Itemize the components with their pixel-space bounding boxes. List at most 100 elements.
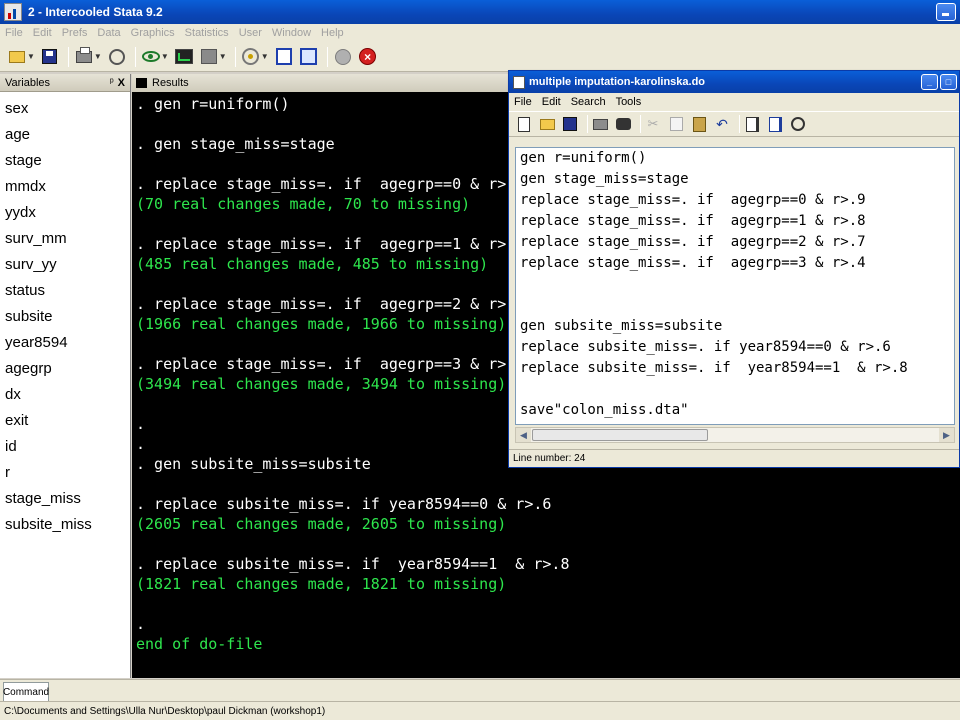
variable-item[interactable]: subsite <box>0 304 130 330</box>
horizontal-scrollbar[interactable]: ◀ ▶ <box>515 427 955 443</box>
do-file-minimize-button[interactable]: _ <box>921 74 938 90</box>
viewer-dropdown-icon[interactable]: ▼ <box>161 52 169 61</box>
do-current-file-icon[interactable] <box>743 115 761 133</box>
result-message-line: end of do-file <box>136 635 263 653</box>
scroll-thumb[interactable] <box>532 429 708 441</box>
do-menu-tools[interactable]: Tools <box>611 96 647 108</box>
result-command-line: . gen subsite_miss=subsite <box>136 455 371 473</box>
print-file-icon[interactable] <box>591 115 609 133</box>
paste-icon[interactable] <box>690 115 708 133</box>
menu-prefs[interactable]: Prefs <box>57 27 93 39</box>
variable-item[interactable]: id <box>0 434 130 460</box>
do-menu-edit[interactable]: Edit <box>537 96 566 108</box>
do-file-dropdown-icon[interactable]: ▼ <box>261 52 269 61</box>
do-menu-file[interactable]: File <box>509 96 537 108</box>
result-command-line: . replace stage_miss=. if agegrp==2 & r>… <box>136 295 525 313</box>
variables-header: Variables ᵖ X <box>0 74 130 92</box>
graph-icon[interactable] <box>173 46 195 68</box>
menu-file[interactable]: File <box>0 27 28 39</box>
save-file-icon[interactable] <box>561 115 579 133</box>
save-icon[interactable] <box>39 46 61 68</box>
more-icon[interactable] <box>332 46 354 68</box>
variable-item[interactable]: surv_mm <box>0 226 130 252</box>
cut-icon[interactable]: ✂ <box>644 115 662 133</box>
variable-item[interactable]: age <box>0 122 130 148</box>
run-current-file-icon[interactable] <box>766 115 784 133</box>
result-message-line: (2605 real changes made, 2605 to missing… <box>136 515 507 533</box>
do-file-editor-icon[interactable] <box>240 46 262 68</box>
menu-edit[interactable]: Edit <box>28 27 57 39</box>
break-icon[interactable]: × <box>357 46 379 68</box>
result-command-line: . gen stage_miss=stage <box>136 135 335 153</box>
code-line: replace stage_miss=. if agegrp==3 & r>.4 <box>520 255 866 271</box>
copy-icon[interactable] <box>667 115 685 133</box>
graph-window-icon[interactable] <box>198 46 220 68</box>
do-file-menu-bar: File Edit Search Tools <box>509 93 959 111</box>
menu-window[interactable]: Window <box>267 27 316 39</box>
variable-item[interactable]: mmdx <box>0 174 130 200</box>
print-icon[interactable] <box>73 46 95 68</box>
open-dropdown-icon[interactable]: ▼ <box>27 52 35 61</box>
preview-icon[interactable] <box>789 115 807 133</box>
variable-item[interactable]: status <box>0 278 130 304</box>
main-toolbar: ▼ ▼ ▼ ▼ ▼ × <box>0 42 960 72</box>
data-browser-icon[interactable] <box>298 46 320 68</box>
code-line: save"colon_miss.dta" <box>520 402 689 418</box>
variable-item[interactable]: stage <box>0 148 130 174</box>
variable-item[interactable]: yydx <box>0 200 130 226</box>
scroll-left-icon[interactable]: ◀ <box>516 428 531 442</box>
open-icon[interactable] <box>6 46 28 68</box>
result-command-line: . gen r=uniform() <box>136 95 290 113</box>
graph-dropdown-icon[interactable]: ▼ <box>219 52 227 61</box>
log-icon[interactable] <box>106 46 128 68</box>
pin-icon[interactable]: ᵖ <box>110 77 114 88</box>
variable-item[interactable]: subsite_miss <box>0 512 130 538</box>
result-message-line: (485 real changes made, 485 to missing) <box>136 255 489 273</box>
working-directory: C:\Documents and Settings\Ulla Nur\Deskt… <box>4 705 326 717</box>
command-tab[interactable]: Command <box>3 682 49 701</box>
result-command-line: . replace stage_miss=. if agegrp==3 & r>… <box>136 355 525 373</box>
viewer-icon[interactable] <box>140 46 162 68</box>
window-title: 2 - Intercooled Stata 9.2 <box>28 5 163 19</box>
variable-item[interactable]: dx <box>0 382 130 408</box>
do-file-title-bar: multiple imputation-karolinska.do _ □ <box>509 71 959 93</box>
variable-item[interactable]: exit <box>0 408 130 434</box>
menu-help[interactable]: Help <box>316 27 349 39</box>
stata-app-icon[interactable] <box>4 3 22 21</box>
result-command-line: . replace subsite_miss=. if year8594==1 … <box>136 555 570 573</box>
do-menu-search[interactable]: Search <box>566 96 611 108</box>
document-icon <box>513 75 525 89</box>
variable-item[interactable]: surv_yy <box>0 252 130 278</box>
menu-bar: File Edit Prefs Data Graphics Statistics… <box>0 24 960 42</box>
menu-graphics[interactable]: Graphics <box>126 27 180 39</box>
variable-item[interactable]: year8594 <box>0 330 130 356</box>
print-dropdown-icon[interactable]: ▼ <box>94 52 102 61</box>
undo-icon[interactable]: ↶ <box>713 115 731 133</box>
menu-data[interactable]: Data <box>92 27 125 39</box>
code-line: replace stage_miss=. if agegrp==0 & r>.9 <box>520 192 866 208</box>
minimize-button[interactable] <box>936 3 956 21</box>
result-message-line: (1966 real changes made, 1966 to missing… <box>136 315 507 333</box>
menu-statistics[interactable]: Statistics <box>180 27 234 39</box>
do-file-code-area[interactable]: gen r=uniform() gen stage_miss=stage repla… <box>515 147 955 425</box>
result-command-line: . <box>136 615 146 633</box>
open-file-icon[interactable] <box>538 115 556 133</box>
new-file-icon[interactable] <box>515 115 533 133</box>
code-line: replace subsite_miss=. if year8594==0 & … <box>520 339 891 355</box>
code-line: gen stage_miss=stage <box>520 171 689 187</box>
data-editor-icon[interactable] <box>273 46 295 68</box>
variable-item[interactable]: sex <box>0 96 130 122</box>
variable-item[interactable]: r <box>0 460 130 486</box>
line-number-status: Line number: 24 <box>513 453 586 464</box>
menu-user[interactable]: User <box>234 27 267 39</box>
result-message-line: (1821 real changes made, 1821 to missing… <box>136 575 507 593</box>
variable-item[interactable]: agegrp <box>0 356 130 382</box>
close-icon[interactable]: X <box>118 77 125 89</box>
status-bar: C:\Documents and Settings\Ulla Nur\Deskt… <box>0 701 960 720</box>
code-line: replace stage_miss=. if agegrp==1 & r>.8 <box>520 213 866 229</box>
do-file-editor-window: multiple imputation-karolinska.do _ □ Fi… <box>508 70 960 468</box>
variable-item[interactable]: stage_miss <box>0 486 130 512</box>
scroll-right-icon[interactable]: ▶ <box>939 428 954 442</box>
find-icon[interactable] <box>614 115 632 133</box>
do-file-maximize-button[interactable]: □ <box>940 74 957 90</box>
